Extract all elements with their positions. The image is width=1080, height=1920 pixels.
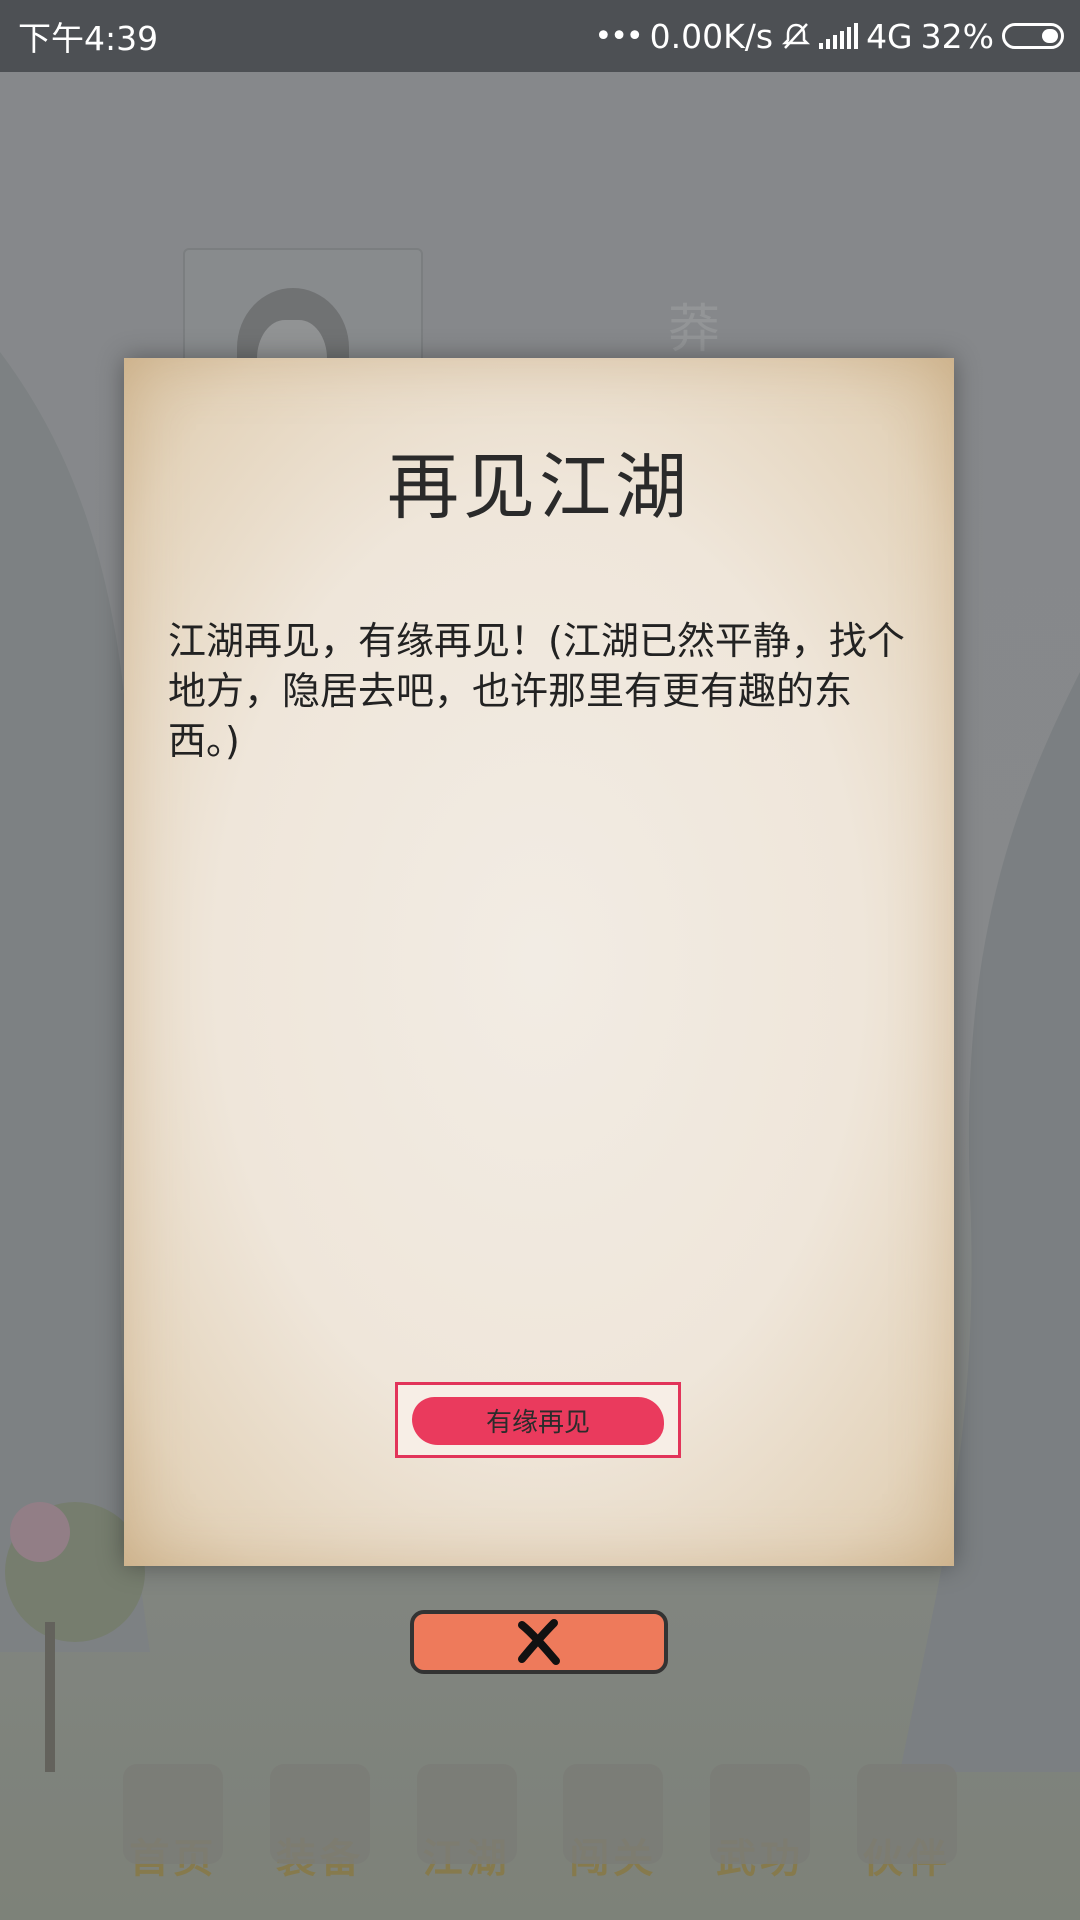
battery-icon (1002, 23, 1064, 49)
farewell-dialog: 再见江湖 江湖再见，有缘再见！(江湖已然平静，找个地方，隐居去吧，也许那里有更有… (124, 358, 954, 1566)
signal-icon (819, 23, 859, 49)
status-bar: 下午4:39 ••• 0.00K/s 4G 32% (0, 0, 1080, 72)
confirm-button-label: 有缘再见 (485, 1407, 590, 1438)
network-type: 4G (866, 16, 913, 56)
status-time: 下午4:39 (18, 19, 159, 58)
confirm-farewell-button[interactable]: 有缘再见 (395, 1382, 681, 1458)
status-indicators: ••• 0.00K/s 4G 32% (595, 17, 1064, 56)
network-speed: 0.00K/s (649, 16, 774, 56)
dialog-title: 再见江湖 (386, 445, 691, 529)
dialog-message: 江湖再见，有缘再见！(江湖已然平静，找个地方，隐居去吧，也许那里有更有趣的东西。… (168, 619, 905, 763)
close-dialog-button[interactable] (410, 1610, 668, 1674)
bell-muted-icon (782, 23, 811, 49)
more-dots-icon: ••• (594, 18, 644, 54)
battery-percent: 32% (920, 16, 994, 56)
close-icon (518, 1619, 560, 1665)
